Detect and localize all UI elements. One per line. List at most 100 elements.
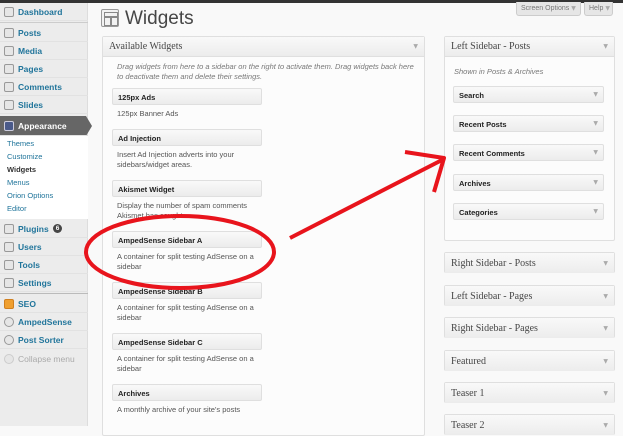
menu-dashboard[interactable]: Dashboard — [0, 3, 88, 21]
chevron-down-icon: ▼ — [571, 5, 576, 12]
sidebar-description: Shown in Posts & Archives — [454, 67, 544, 76]
chevron-down-icon[interactable]: ▼ — [603, 422, 608, 429]
chevron-down-icon[interactable]: ▼ — [603, 43, 608, 50]
submenu-menus[interactable]: Menus — [7, 178, 30, 187]
widget-akismet[interactable]: Akismet Widget — [112, 180, 262, 197]
menu-tools[interactable]: Tools — [0, 256, 88, 274]
dashboard-icon — [4, 6, 14, 17]
panel-header[interactable]: Left Sidebar - Posts ▼ — [445, 37, 614, 57]
featured-panel[interactable]: Featured ▼ — [444, 350, 615, 371]
panel-title: Right Sidebar - Pages — [451, 322, 538, 334]
menu-pages[interactable]: Pages — [0, 60, 88, 78]
panel-title: Right Sidebar - Posts — [451, 257, 536, 269]
sidebar-widget-archives[interactable]: Archives ▼ — [453, 174, 604, 191]
page-title: Widgets — [125, 8, 194, 29]
menu-seo[interactable]: SEO — [0, 295, 88, 313]
sidebar-widget-search[interactable]: Search ▼ — [453, 86, 604, 103]
menu-label: Collapse menu — [18, 354, 75, 364]
menu-slides[interactable]: Slides — [0, 96, 88, 114]
widget-ampedsense-sidebar-a[interactable]: AmpedSense Sidebar A — [112, 231, 262, 248]
available-widgets-panel: Available Widgets ▼ Drag widgets from her… — [102, 36, 425, 436]
widget-description: A container for split testing AdSense on… — [117, 252, 254, 271]
teaser-2-panel[interactable]: Teaser 2 ▼ — [444, 414, 615, 435]
menu-post-sorter[interactable]: Post Sorter — [0, 331, 88, 349]
widget-description: A container for split testing AdSense on… — [117, 303, 254, 322]
sidebar-widget-recent-posts[interactable]: Recent Posts ▼ — [453, 115, 604, 132]
panel-title: Teaser 1 — [451, 387, 485, 399]
chevron-down-icon[interactable]: ▼ — [593, 120, 598, 127]
chevron-down-icon[interactable]: ▼ — [603, 260, 608, 267]
menu-label: Appearance — [18, 120, 67, 131]
menu-label: Post Sorter — [18, 334, 64, 345]
button-label: Screen Options — [521, 5, 570, 12]
widget-ampedsense-sidebar-c[interactable]: AmpedSense Sidebar C — [112, 333, 262, 350]
widget-archives[interactable]: Archives — [112, 384, 262, 401]
left-sidebar-pages-panel[interactable]: Left Sidebar - Pages ▼ — [444, 285, 615, 306]
menu-appearance[interactable]: Appearance — [0, 116, 92, 136]
chevron-down-icon[interactable]: ▼ — [593, 91, 598, 98]
menu-ampedsense[interactable]: AmpedSense — [0, 313, 88, 331]
right-sidebar-pages-panel[interactable]: Right Sidebar - Pages ▼ — [444, 317, 615, 338]
widget-ad-injection[interactable]: Ad Injection — [112, 129, 262, 146]
comment-icon — [4, 81, 14, 92]
admin-menu: Dashboard Posts Media Pages Comments Sli… — [0, 3, 92, 426]
teaser-1-panel[interactable]: Teaser 1 ▼ — [444, 382, 615, 403]
chevron-down-icon[interactable]: ▼ — [603, 325, 608, 332]
submenu-editor[interactable]: Editor — [7, 204, 27, 213]
widget-description: 125px Banner Ads — [117, 109, 179, 118]
menu-comments[interactable]: Comments — [0, 78, 88, 96]
menu-label: AmpedSense — [18, 316, 72, 327]
menu-label: Media — [18, 45, 43, 56]
right-sidebar-posts-panel[interactable]: Right Sidebar - Posts ▼ — [444, 252, 615, 273]
gear-icon — [4, 316, 14, 327]
menu-label: Pages — [18, 63, 44, 74]
menu-media[interactable]: Media — [0, 42, 88, 60]
submenu-widgets[interactable]: Widgets — [7, 165, 36, 174]
appearance-submenu: Themes Customize Widgets Menus Orion Opt… — [0, 136, 88, 219]
widget-ampedsense-sidebar-b[interactable]: AmpedSense Sidebar B — [112, 282, 262, 299]
settings-icon — [4, 277, 14, 288]
seo-icon — [4, 298, 14, 309]
collapse-menu-button[interactable]: Collapse menu — [0, 350, 88, 368]
menu-settings[interactable]: Settings — [0, 274, 88, 292]
chevron-down-icon[interactable]: ▼ — [603, 293, 608, 300]
sidebar-widget-recent-comments[interactable]: Recent Comments ▼ — [453, 144, 604, 161]
tools-icon — [4, 259, 14, 270]
widget-description: A container for split testing AdSense on… — [117, 354, 254, 373]
chevron-down-icon: ▼ — [605, 5, 610, 12]
update-count-badge: 6 — [52, 224, 63, 233]
chevron-down-icon[interactable]: ▼ — [603, 390, 608, 397]
chevron-down-icon[interactable]: ▼ — [593, 149, 598, 156]
chevron-down-icon[interactable]: ▼ — [593, 208, 598, 215]
panel-title: Teaser 2 — [451, 419, 485, 431]
chevron-down-icon[interactable]: ▼ — [593, 179, 598, 186]
submenu-customize[interactable]: Customize — [7, 152, 42, 161]
slides-icon — [4, 99, 14, 110]
menu-users[interactable]: Users — [0, 238, 88, 256]
collapse-icon — [4, 354, 14, 364]
menu-label: Settings — [18, 277, 52, 288]
gear-icon — [4, 334, 14, 345]
pages-icon — [4, 63, 14, 74]
panel-header[interactable]: Available Widgets ▼ — [103, 37, 424, 57]
chevron-down-icon[interactable]: ▼ — [603, 358, 608, 365]
sidebar-widget-categories[interactable]: Categories ▼ — [453, 203, 604, 220]
widget-title: Recent Comments — [459, 149, 525, 158]
menu-posts[interactable]: Posts — [0, 24, 88, 42]
help-button[interactable]: Help ▼ — [584, 2, 613, 16]
appearance-icon — [4, 120, 14, 131]
chevron-down-icon[interactable]: ▼ — [413, 43, 418, 50]
menu-separator — [0, 293, 88, 294]
widget-description: Display the number of spam comments Akis… — [117, 201, 248, 220]
submenu-themes[interactable]: Themes — [7, 139, 34, 148]
panel-title: Available Widgets — [109, 41, 183, 52]
panel-title: Featured — [451, 355, 486, 367]
left-sidebar-posts-panel: Left Sidebar - Posts ▼ Shown in Posts & A… — [444, 36, 615, 241]
widget-125px-ads[interactable]: 125px Ads — [112, 88, 262, 105]
menu-label: Tools — [18, 259, 41, 270]
screen-options-button[interactable]: Screen Options ▼ — [516, 2, 581, 16]
menu-plugins[interactable]: Plugins 6 — [0, 220, 88, 238]
submenu-orion-options[interactable]: Orion Options — [7, 191, 53, 200]
media-icon — [4, 45, 14, 56]
widgets-page-icon — [101, 9, 119, 27]
